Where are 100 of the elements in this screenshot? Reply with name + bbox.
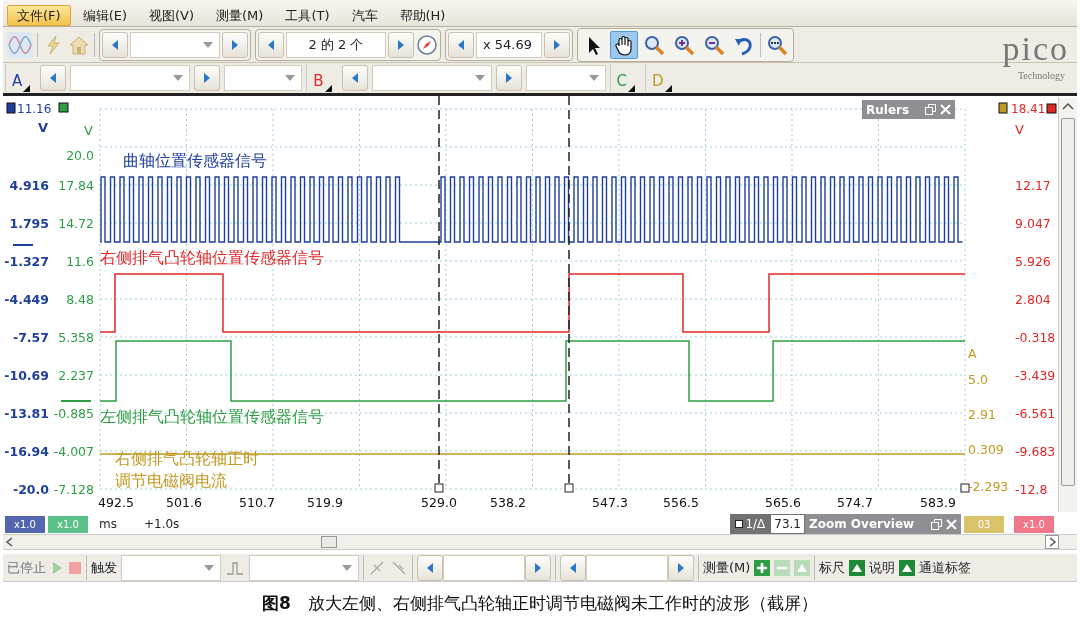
zoom-fit-icon [766, 33, 788, 56]
offset-marker [60, 400, 92, 402]
panel-title: Rulers [866, 101, 910, 119]
menu-item[interactable]: 工具(T) [275, 5, 340, 26]
figure-caption: 图8 放大左侧、右侧排气凸轮轴正时调节电磁阀未工作时的波形（截屏） [261, 592, 819, 615]
next-button[interactable] [668, 554, 694, 581]
left-triangle-icon [267, 38, 275, 51]
menu-item[interactable]: 帮助(H) [389, 5, 456, 26]
previous-button[interactable] [560, 554, 586, 581]
left-triangle-icon [426, 561, 434, 574]
horizontal-scrollbar[interactable] [3, 534, 1077, 550]
next-button[interactable] [495, 65, 522, 91]
restore-icon[interactable] [925, 104, 936, 115]
time-axis-label: 501.6 [166, 495, 202, 510]
corner-icon [664, 85, 672, 92]
axis-label: -20.0 [12, 482, 49, 497]
scrollbar-thumb[interactable] [1061, 118, 1075, 486]
toggle-label: 说明 [869, 558, 896, 577]
toggle-label: 标尺 [819, 558, 846, 577]
right-triangle-icon [397, 38, 405, 51]
axis-unit: V [37, 120, 48, 135]
time-offset: +1.0s [143, 516, 180, 533]
value-field[interactable] [443, 554, 525, 581]
previous-button[interactable] [40, 65, 67, 91]
trace-label: 曲轴位置传感器信号 [123, 151, 267, 170]
status-text: 已停止 [7, 558, 46, 577]
menu-item[interactable]: 汽车 [341, 5, 388, 26]
axis-label: -7.57 [12, 330, 49, 345]
left-triangle-icon [350, 72, 359, 84]
previous-button[interactable] [417, 554, 443, 581]
axis-unit: A [968, 346, 977, 361]
caret-icon [285, 75, 296, 81]
ruler-handle [960, 483, 970, 493]
right-triangle-icon [231, 38, 239, 51]
axis-label: -7.128 [53, 482, 94, 497]
axis-label: 0.309 [968, 442, 1004, 457]
time-axis-label: 574.7 [837, 495, 873, 510]
menu-item[interactable]: 视图(V) [139, 5, 205, 26]
next-button[interactable] [194, 65, 221, 91]
measurements-label: 测量(M) [703, 558, 751, 577]
time-axis-label: 519.9 [307, 495, 343, 510]
menu-item[interactable]: 测量(M) [206, 5, 274, 26]
compass-icon[interactable] [416, 33, 438, 56]
right-triangle-icon [677, 561, 685, 574]
axis-label: 5.926 [1015, 254, 1051, 269]
ruler-handle [564, 483, 574, 493]
waveform-icon[interactable] [7, 31, 33, 58]
vertical-scrollbar[interactable] [1058, 98, 1077, 512]
previous-button[interactable] [448, 31, 474, 58]
channel-button[interactable]: B [306, 64, 338, 92]
axis-label: -1.327 [4, 254, 49, 269]
time-axis-label: 547.3 [592, 495, 628, 510]
toggle-icon[interactable] [899, 559, 916, 576]
next-button[interactable] [544, 31, 570, 58]
menu-item[interactable]: 文件(F) [7, 5, 71, 26]
axis-label: 17.84 [58, 178, 94, 193]
caret-icon [173, 75, 184, 81]
scrollbar-thumb[interactable] [321, 536, 337, 548]
value-field[interactable] [586, 554, 668, 581]
square-icon [735, 520, 744, 528]
zoom-field[interactable]: x 54.69 [476, 31, 542, 58]
left-triangle-icon [111, 38, 119, 51]
time-axis-label: 538.2 [490, 495, 526, 510]
axis-label: 12.17 [1015, 178, 1051, 193]
corner-icon [628, 85, 636, 92]
trace-label: 左侧排气凸轮轴位置传感器信号 [100, 407, 324, 426]
tool-button[interactable] [610, 30, 638, 59]
caret-icon [203, 41, 213, 48]
panel-title: Zoom Overview [809, 516, 915, 533]
add-icon[interactable] [754, 559, 771, 576]
axis-label: -0.318 [1015, 330, 1056, 345]
toggle-icon[interactable] [849, 559, 866, 576]
trace-label: 右侧排气凸轮轴位置传感器信号 [100, 248, 324, 267]
previous-button[interactable] [102, 31, 128, 58]
time-unit: ms [99, 516, 117, 533]
buffer-field[interactable]: 2 的 2 个 [286, 31, 386, 58]
axis-label: 5.0 [968, 372, 988, 387]
ruler-readout-label: 1/Δ [745, 516, 766, 533]
axis-unit: V [1015, 122, 1024, 137]
axis-label: 5.358 [58, 330, 94, 345]
caret-icon [474, 75, 485, 81]
time-axis-label: 583.9 [920, 495, 956, 510]
close-icon[interactable] [946, 518, 957, 530]
channel-button[interactable]: A [5, 64, 37, 92]
corner-icon [324, 85, 332, 92]
previous-button[interactable] [341, 65, 368, 91]
stop-icon[interactable] [68, 560, 82, 575]
zoom-in-icon [673, 33, 695, 56]
left-triangle-icon [457, 38, 465, 51]
right-triangle-icon [534, 561, 542, 574]
next-button[interactable] [525, 554, 551, 581]
previous-button[interactable] [258, 31, 284, 58]
next-button[interactable] [388, 31, 414, 58]
close-icon[interactable] [940, 104, 951, 115]
next-button[interactable] [222, 31, 248, 58]
scale-badge[interactable]: x1.0 [5, 515, 45, 533]
restore-icon[interactable] [931, 518, 942, 530]
axis-label: -13.81 [4, 406, 49, 421]
magnifier-icon [643, 33, 665, 56]
menu-item[interactable]: 编辑(E) [72, 5, 137, 26]
